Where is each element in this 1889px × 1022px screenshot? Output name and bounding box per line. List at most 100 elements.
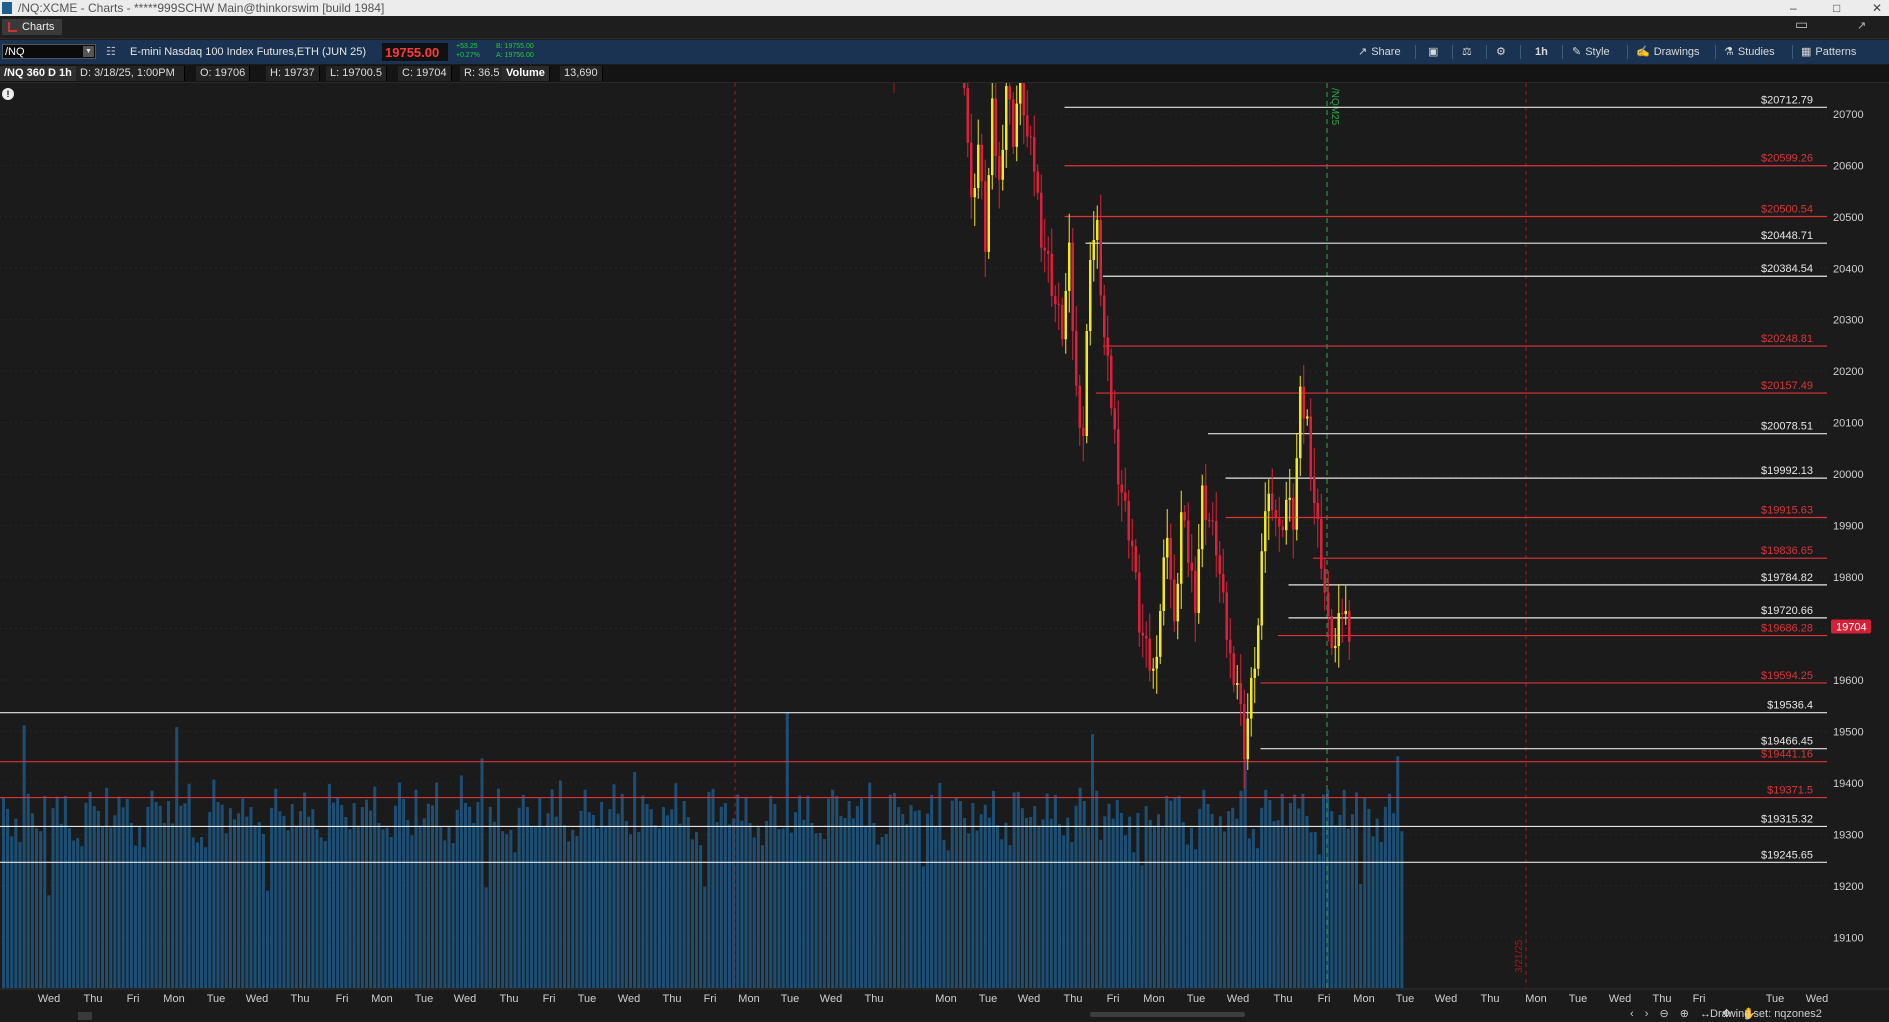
volume-bar (105, 787, 109, 988)
candle-body (977, 144, 980, 188)
drawings-button[interactable]: ✍ Drawings (1636, 44, 1700, 60)
volume-bar (369, 810, 373, 988)
volume-bar (1119, 812, 1123, 988)
drawing-hand-icon: ✍ (1636, 46, 1650, 58)
time-tick-label: Thu (291, 993, 310, 1005)
volume-bar (880, 837, 884, 988)
price-tick-label: 20000 (1833, 469, 1864, 481)
studies-button[interactable]: ⚗ Studies (1724, 44, 1775, 60)
time-tick-label: Wed (1806, 993, 1828, 1005)
scrollbar-handle[interactable] (78, 1012, 92, 1020)
volume-bar (513, 852, 517, 988)
candle-body (1085, 331, 1088, 437)
toolbar-divider (1715, 45, 1716, 59)
close-button[interactable]: ✕ (1872, 1, 1882, 15)
volume-bar (1214, 826, 1218, 988)
candle-body (1239, 683, 1242, 705)
detach-icon[interactable]: ↗ (1857, 19, 1866, 32)
volume-bar (1148, 820, 1152, 988)
time-tick-label: Thu (84, 993, 103, 1005)
volume-bar (1313, 831, 1317, 988)
volume-bar (1169, 800, 1173, 988)
volume-bar (1165, 795, 1169, 988)
volume-bar (414, 789, 418, 988)
price-level-label: $19915.63 (1761, 505, 1813, 517)
time-tick-label: Thu (1481, 993, 1500, 1005)
price-level-label: $19245.65 (1761, 849, 1813, 861)
share-button[interactable]: ↗ Share (1358, 44, 1401, 60)
volume-bar (781, 828, 785, 988)
volume-bar (55, 796, 59, 988)
volume-bar (68, 828, 71, 988)
volume-bar (1227, 811, 1231, 988)
volume-bar (1091, 734, 1094, 988)
symbol-description: E-mini Nasdaq 100 Index Futures,ETH (JUN… (130, 46, 366, 58)
symbol-period[interactable]: /NQ 360 D 1h (0, 66, 77, 81)
volume-bar (979, 814, 983, 988)
volume-bar (624, 821, 628, 988)
settings-button[interactable]: ⚙ (1496, 44, 1510, 60)
price-level-label: $19720.66 (1761, 605, 1813, 617)
gear-icon: ⚙ (1496, 46, 1506, 58)
timeframe-button[interactable]: 1h (1535, 44, 1548, 60)
price-level-label: $19466.45 (1761, 736, 1813, 748)
minimize-button[interactable]: – (1790, 1, 1797, 15)
volume-bar (1161, 827, 1165, 988)
price-tick-label: 20100 (1833, 418, 1864, 430)
symbol-input[interactable]: /NQ ▼ (2, 44, 96, 59)
alert-icon[interactable]: ! (2, 88, 14, 100)
volume-bar (208, 811, 212, 988)
volume-bar (645, 804, 649, 988)
candle-body (973, 187, 976, 198)
style-button[interactable]: ✎ Style (1572, 44, 1610, 60)
volume-bar (1070, 842, 1074, 988)
volume-bar (1346, 828, 1350, 988)
volume-bar (521, 794, 525, 988)
candle-body (1281, 526, 1284, 531)
volume-bar (497, 788, 500, 988)
price-level-label: $19315.32 (1761, 813, 1813, 825)
net-change-value: +53.25 (456, 43, 478, 50)
volume-bar (769, 795, 773, 988)
style-icon: ✎ (1572, 46, 1582, 58)
volume-bar (777, 829, 781, 988)
volume-bar (455, 809, 459, 988)
patterns-button[interactable]: ▦ Patterns (1801, 44, 1856, 60)
lab-button[interactable]: ⚖ (1462, 44, 1476, 60)
volume-bar (620, 793, 624, 988)
snapshot-button[interactable]: ▣ (1428, 44, 1442, 60)
volume-bar (204, 847, 208, 988)
volume-bar (1033, 806, 1037, 988)
link-icon[interactable]: ☷ (106, 45, 116, 58)
toolbar-divider (1792, 45, 1793, 59)
volume-bar (1049, 818, 1053, 988)
volume-bar (1037, 825, 1041, 988)
volume-bar (1082, 801, 1086, 988)
volume-bar (63, 795, 67, 988)
volume-label[interactable]: Volume (502, 66, 550, 81)
time-scrollbar[interactable] (1090, 1012, 1245, 1017)
restore-button[interactable]: □ (1833, 1, 1840, 15)
volume-bar (604, 826, 608, 988)
share-icon: ↗ (1358, 46, 1368, 58)
volume-bar (233, 819, 236, 988)
volume-bar (583, 789, 587, 988)
time-tick-label: Tue (578, 993, 597, 1005)
volume-bar (992, 790, 995, 988)
price-chart[interactable]: /NQM253/21/25 $20712.79$20599.26$20500.5… (0, 83, 1889, 1022)
volume-bar (307, 816, 311, 988)
tab-charts[interactable]: Charts (2, 19, 63, 35)
volume-bar (1181, 822, 1185, 988)
volume-bar (579, 810, 583, 988)
candle-body (1337, 613, 1340, 646)
volume-bar (591, 814, 595, 988)
time-tick-label: Tue (781, 993, 800, 1005)
chevron-down-icon[interactable]: ▼ (83, 46, 94, 57)
candle-body (1222, 573, 1225, 593)
volume-bar (492, 821, 496, 988)
window-layout-icon[interactable]: ▭ (1795, 16, 1808, 33)
window-title: /NQ:XCME - Charts - *****999SCHW Main@th… (18, 1, 385, 15)
volume-bar (674, 783, 678, 988)
volume-bar (167, 801, 170, 988)
candle-body (1043, 247, 1046, 251)
